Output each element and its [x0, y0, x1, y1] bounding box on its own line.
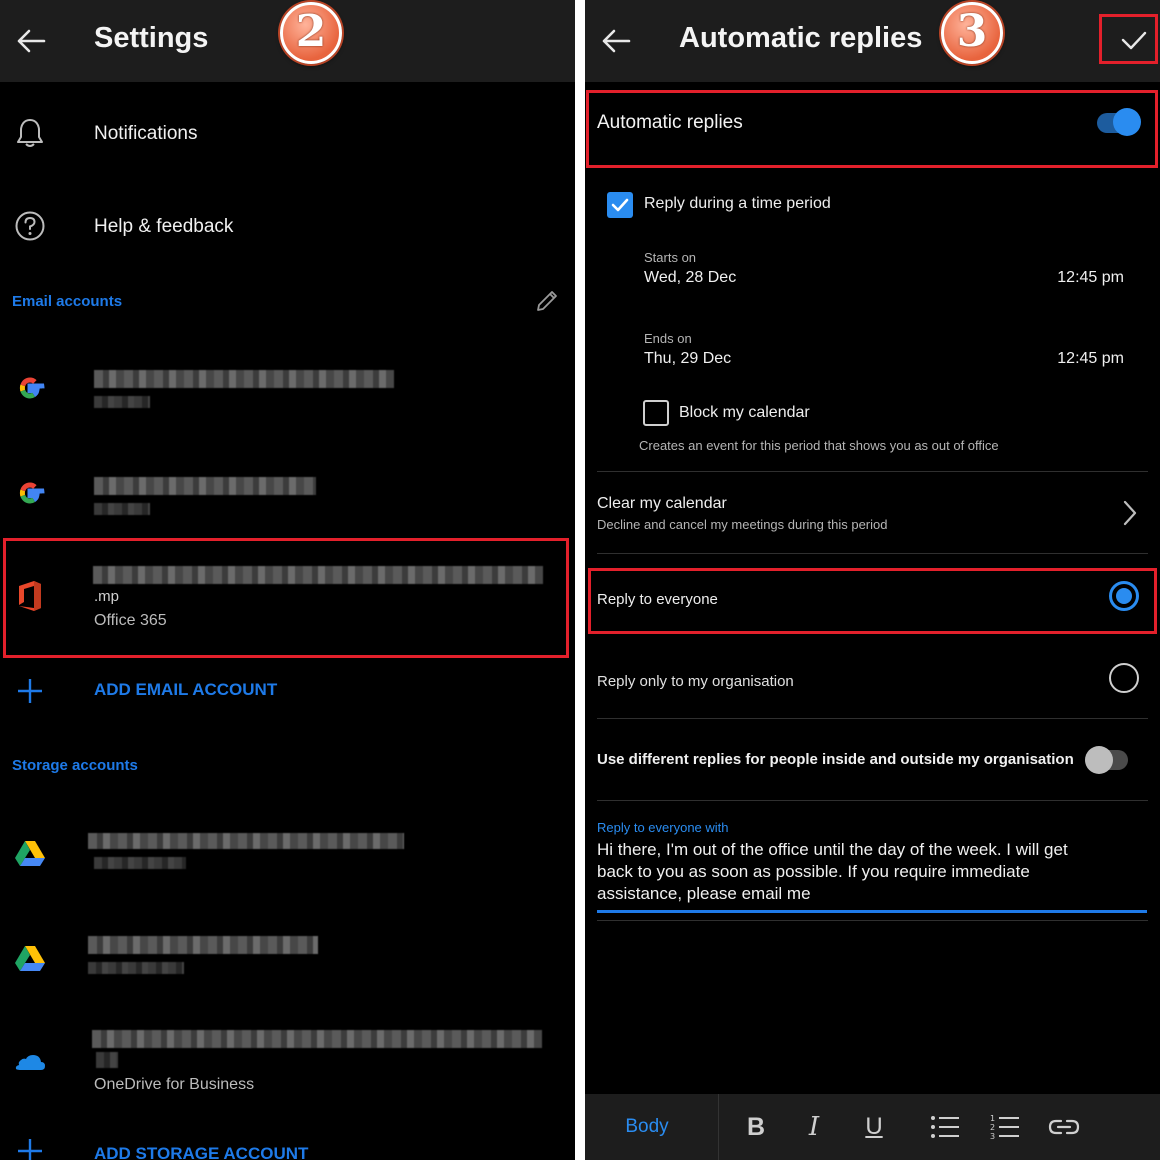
edit-pencil-icon[interactable]: [534, 288, 560, 314]
toolbar-divider: [718, 1094, 719, 1160]
help-feedback-item[interactable]: Help & feedback: [0, 192, 575, 258]
google-drive-icon: [15, 946, 45, 971]
reply-time-period-label: Reply during a time period: [644, 195, 831, 212]
email-accounts-heading: Email accounts: [12, 293, 123, 310]
blurred-account-type: [94, 503, 150, 515]
account-type-label: OneDrive for Business: [94, 1076, 255, 1093]
highlight-box: [586, 90, 1158, 168]
blurred-account-type: [94, 396, 150, 408]
starts-on-row[interactable]: Starts on Wed, 28 Dec 12:45 pm: [585, 246, 1160, 296]
blurred-account-name-2: [96, 1052, 118, 1068]
reply-organisation-label: Reply only to my organisation: [597, 673, 794, 690]
starts-on-date: Wed, 28 Dec: [644, 269, 737, 286]
ends-on-time[interactable]: 12:45 pm: [1057, 350, 1124, 368]
bell-icon: [17, 119, 43, 147]
reply-message-line: Hi there, I'm out of the office until th…: [597, 840, 1068, 859]
highlight-box: [3, 538, 569, 658]
google-icon: [19, 482, 45, 504]
ends-on-row[interactable]: Ends on Thu, 29 Dec 12:45 pm: [585, 327, 1160, 377]
storage-accounts-heading: Storage accounts: [12, 757, 138, 774]
clear-calendar-title: Clear my calendar: [597, 495, 727, 512]
block-calendar-description: Creates an event for this period that sh…: [639, 438, 999, 453]
reply-message-line: assistance, please email me: [597, 884, 811, 903]
add-email-account-button[interactable]: ADD EMAIL ACCOUNT: [0, 668, 575, 714]
storage-account-item[interactable]: [0, 815, 575, 895]
divider: [597, 800, 1148, 801]
plus-icon: [18, 679, 42, 703]
automatic-replies-panel: Automatic replies 3 Automatic replies Re…: [585, 0, 1160, 1160]
blurred-account-name: [94, 370, 394, 388]
notifications-item[interactable]: Notifications: [0, 100, 575, 166]
help-feedback-label: Help & feedback: [94, 216, 234, 237]
ends-on-date: Thu, 29 Dec: [644, 350, 732, 367]
body-style-button[interactable]: Body: [615, 1108, 679, 1146]
step-badge: 2: [280, 2, 342, 64]
blurred-account-name: [88, 936, 318, 954]
blurred-account-name: [88, 833, 404, 849]
storage-account-item-onedrive[interactable]: OneDrive for Business: [0, 1018, 575, 1104]
reply-message-line: back to you as soon as possible. If you …: [597, 862, 1030, 881]
block-calendar-label: Block my calendar: [679, 404, 810, 421]
reply-message-label: Reply to everyone with: [597, 820, 729, 835]
different-replies-row[interactable]: Use different replies for people inside …: [585, 730, 1160, 790]
divider: [597, 718, 1148, 719]
highlight-box: [1099, 14, 1158, 64]
reply-organisation-radio[interactable]: [1109, 663, 1139, 693]
block-calendar-checkbox[interactable]: [643, 400, 669, 426]
highlight-box: [588, 568, 1157, 634]
notifications-label: Notifications: [94, 123, 198, 144]
starts-on-time[interactable]: 12:45 pm: [1057, 269, 1124, 287]
google-drive-icon: [15, 841, 45, 866]
back-arrow-icon[interactable]: [599, 24, 633, 58]
page-title: Settings: [94, 22, 209, 54]
storage-account-item[interactable]: [0, 920, 575, 1000]
help-circle-icon: [15, 211, 45, 241]
blurred-account-type: [94, 857, 186, 869]
add-storage-account-label: ADD STORAGE ACCOUNT: [94, 1144, 309, 1160]
reply-organisation-option[interactable]: Reply only to my organisation: [585, 650, 1160, 710]
formatting-toolbar: Body B I U 1 2 3: [585, 1094, 1160, 1160]
page-title: Automatic replies: [679, 22, 923, 54]
automatic-replies-header: Automatic replies: [585, 0, 1160, 82]
reply-time-period-row[interactable]: Reply during a time period: [585, 184, 1160, 228]
google-icon: [19, 377, 45, 399]
blurred-account-type: [88, 962, 184, 974]
divider: [597, 471, 1148, 472]
divider: [597, 553, 1148, 554]
different-replies-label: Use different replies for people inside …: [597, 751, 1074, 768]
add-storage-account-button[interactable]: ADD STORAGE ACCOUNT: [0, 1132, 575, 1160]
blurred-account-name: [94, 477, 316, 495]
onedrive-cloud-icon: [15, 1055, 46, 1070]
textarea-focus-underline: [597, 910, 1147, 913]
reply-message-textarea[interactable]: Hi there, I'm out of the office until th…: [597, 838, 1147, 914]
italic-button[interactable]: I: [799, 1108, 829, 1146]
different-replies-toggle-knob[interactable]: [1085, 746, 1113, 774]
clear-calendar-description: Decline and cancel my meetings during th…: [597, 517, 888, 532]
add-email-account-label: ADD EMAIL ACCOUNT: [94, 680, 278, 699]
ends-on-label: Ends on: [644, 331, 692, 346]
block-calendar-row[interactable]: Block my calendar Creates an event for t…: [585, 395, 1160, 461]
divider: [597, 920, 1148, 921]
numbered-list-icon[interactable]: 1 2 3: [989, 1112, 1021, 1142]
clear-calendar-row[interactable]: Clear my calendar Decline and cancel my …: [585, 483, 1160, 545]
link-icon[interactable]: [1047, 1114, 1081, 1140]
back-arrow-icon[interactable]: [14, 24, 48, 58]
reply-time-period-checkbox[interactable]: [607, 192, 633, 218]
underline-button[interactable]: U: [859, 1108, 889, 1146]
chevron-right-icon: [1123, 500, 1137, 526]
svg-text:2: 2: [990, 1123, 995, 1132]
plus-icon: [18, 1139, 42, 1160]
step-badge: 3: [941, 2, 1003, 64]
bullet-list-icon[interactable]: [929, 1112, 961, 1142]
starts-on-label: Starts on: [644, 250, 697, 265]
bold-button[interactable]: B: [741, 1108, 771, 1146]
settings-panel: Settings 2 Notifications Help & feedback…: [0, 0, 575, 1160]
email-account-item[interactable]: [0, 455, 575, 535]
blurred-account-name: [92, 1030, 542, 1048]
panel-divider: [575, 0, 585, 1160]
email-account-item[interactable]: [0, 350, 575, 430]
svg-text:3: 3: [990, 1132, 995, 1141]
checkbox-check-icon: [611, 198, 629, 212]
svg-text:1: 1: [990, 1114, 995, 1123]
